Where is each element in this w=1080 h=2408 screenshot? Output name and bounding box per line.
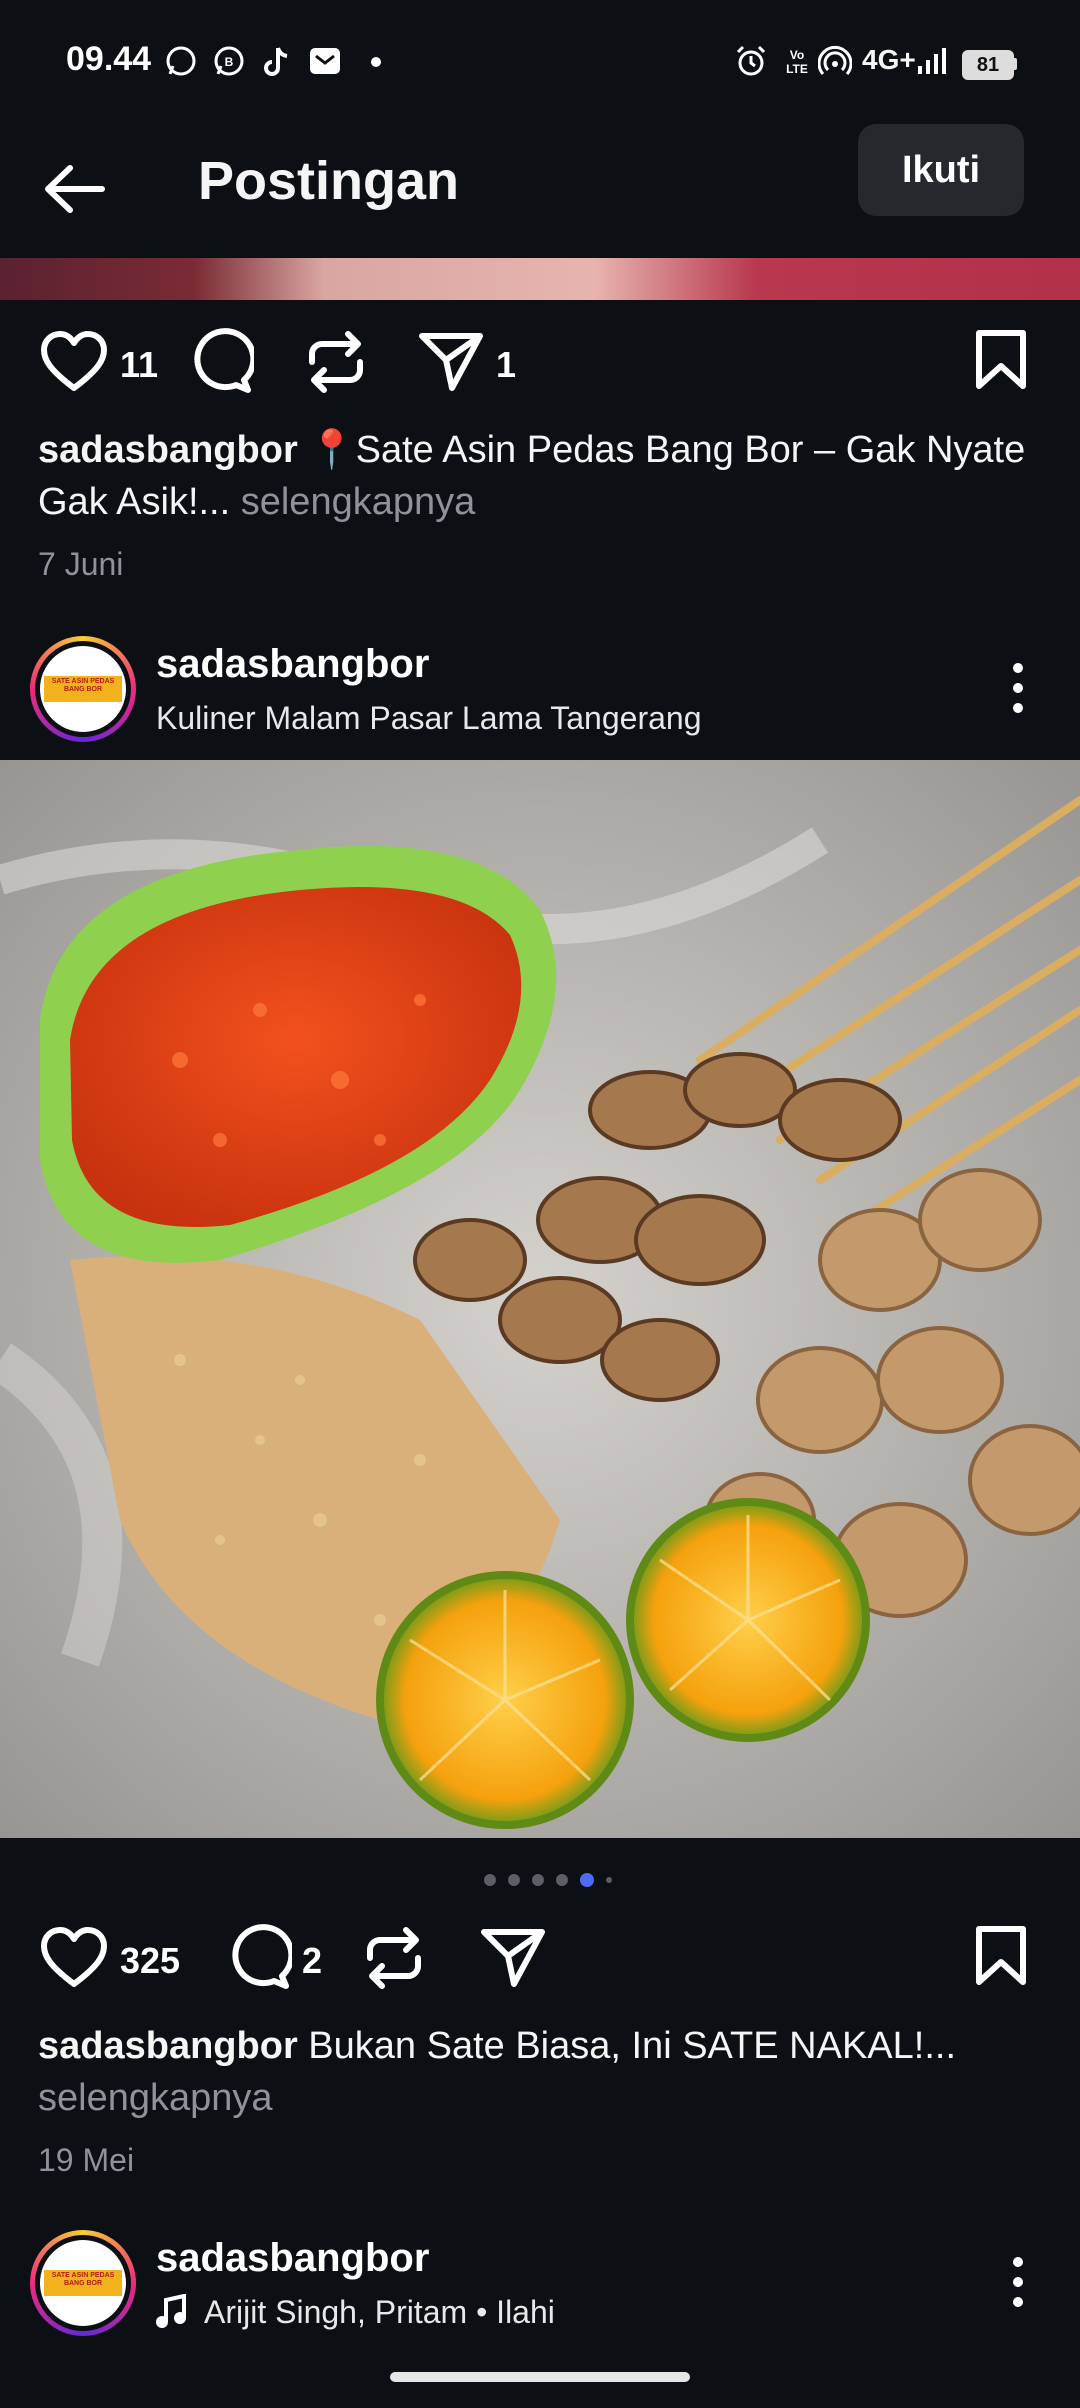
carousel-dot — [484, 1874, 496, 1886]
notification-dot-icon — [371, 57, 381, 67]
like-heart-icon[interactable] — [40, 330, 108, 394]
post-image[interactable] — [0, 760, 1080, 1838]
post-caption[interactable]: sadasbangbor Bukan Sate Biasa, Ini SATE … — [38, 2020, 1048, 2124]
more-options-icon[interactable] — [1008, 658, 1028, 718]
caption-username[interactable]: sadasbangbor — [38, 2025, 298, 2067]
music-note-icon — [156, 2294, 186, 2328]
avatar-image: SATE ASIN PEDAS BANG BOR — [40, 2240, 126, 2326]
caption-username[interactable]: sadasbangbor — [38, 429, 298, 471]
svg-text:Vo: Vo — [790, 48, 804, 62]
signal-icon — [918, 48, 946, 74]
repost-icon[interactable] — [362, 1926, 426, 1990]
repost-icon[interactable] — [304, 330, 368, 394]
avatar-border: SATE ASIN PEDAS BANG BOR — [35, 2235, 131, 2331]
post-actions-bar: 325 2 — [0, 1908, 1080, 2008]
page-title: Postingan — [198, 151, 460, 211]
like-count[interactable]: 325 — [120, 1940, 180, 1982]
alarm-icon — [736, 45, 766, 76]
carousel-dot — [532, 1874, 544, 1886]
carousel-dot — [508, 1874, 520, 1886]
post-actions-bar: 11 1 — [0, 312, 1080, 412]
comment-count[interactable]: 2 — [302, 1940, 322, 1982]
avatar-image: SATE ASIN PEDAS BANG BOR — [40, 646, 126, 732]
like-heart-icon[interactable] — [40, 1926, 108, 1990]
status-bar: 09.44 B Vo LTE 4G+ 81 — [0, 0, 1080, 120]
logo-band: SATE ASIN PEDAS BANG BOR — [44, 676, 122, 702]
post-username[interactable]: sadasbangbor — [156, 642, 429, 687]
mail-icon — [310, 48, 340, 74]
sate-food-photo — [0, 760, 1080, 1838]
svg-text:B: B — [225, 55, 234, 69]
whatsapp-icon — [166, 46, 196, 76]
carousel-dot-active — [580, 1873, 594, 1887]
caption-text: Bukan Sate Biasa, Ini SATE NAKAL!... — [297, 2025, 957, 2067]
bookmark-icon[interactable] — [974, 1924, 1028, 1988]
previous-post-image[interactable] — [0, 258, 1080, 300]
carousel-indicator — [484, 1873, 614, 1888]
follow-button[interactable]: Ikuti — [858, 124, 1024, 216]
back-arrow-icon[interactable] — [40, 152, 114, 226]
comment-icon[interactable] — [186, 328, 254, 396]
more-options-icon[interactable] — [1008, 2252, 1028, 2312]
post-date: 19 Mei — [38, 2142, 135, 2178]
logo-text: SATE ASIN PEDAS BANG BOR — [51, 2272, 115, 2287]
carousel-dot-small — [606, 1877, 612, 1883]
see-more-link[interactable]: selengkapnya — [230, 481, 476, 523]
like-count[interactable]: 11 — [120, 344, 158, 386]
comment-icon[interactable] — [224, 1924, 292, 1992]
share-icon[interactable] — [480, 1926, 546, 1988]
home-indicator[interactable] — [390, 2372, 690, 2382]
avatar[interactable]: SATE ASIN PEDAS BANG BOR — [30, 2230, 136, 2336]
post-date: 7 Juni — [38, 546, 124, 582]
post-username[interactable]: sadasbangbor — [156, 2236, 429, 2281]
share-count[interactable]: 1 — [496, 344, 516, 386]
bookmark-icon[interactable] — [974, 328, 1028, 392]
see-more-link[interactable]: selengkapnya — [38, 2077, 273, 2119]
post-location[interactable]: Kuliner Malam Pasar Lama Tangerang — [156, 700, 701, 737]
hotspot-icon — [818, 45, 852, 75]
network-type: 4G+ — [862, 44, 916, 75]
whatsapp-business-icon: B — [214, 46, 244, 76]
battery-tip — [1012, 58, 1017, 70]
volte-icon: VoLTE — [786, 48, 808, 76]
post-caption[interactable]: sadasbangbor 📍Sate Asin Pedas Bang Bor –… — [38, 424, 1048, 528]
post-music[interactable]: Arijit Singh, Pritam • Ilahi — [204, 2294, 555, 2331]
battery-icon: 81 — [962, 50, 1014, 80]
status-time: 09.44 — [66, 40, 152, 78]
logo-band: SATE ASIN PEDAS BANG BOR — [44, 2270, 122, 2296]
share-icon[interactable] — [418, 330, 484, 392]
svg-text:LTE: LTE — [786, 62, 808, 76]
logo-text: SATE ASIN PEDAS BANG BOR — [51, 678, 115, 693]
carousel-dot — [556, 1874, 568, 1886]
avatar-border: SATE ASIN PEDAS BANG BOR — [35, 641, 131, 737]
avatar[interactable]: SATE ASIN PEDAS BANG BOR — [30, 636, 136, 742]
tiktok-icon — [264, 47, 288, 76]
